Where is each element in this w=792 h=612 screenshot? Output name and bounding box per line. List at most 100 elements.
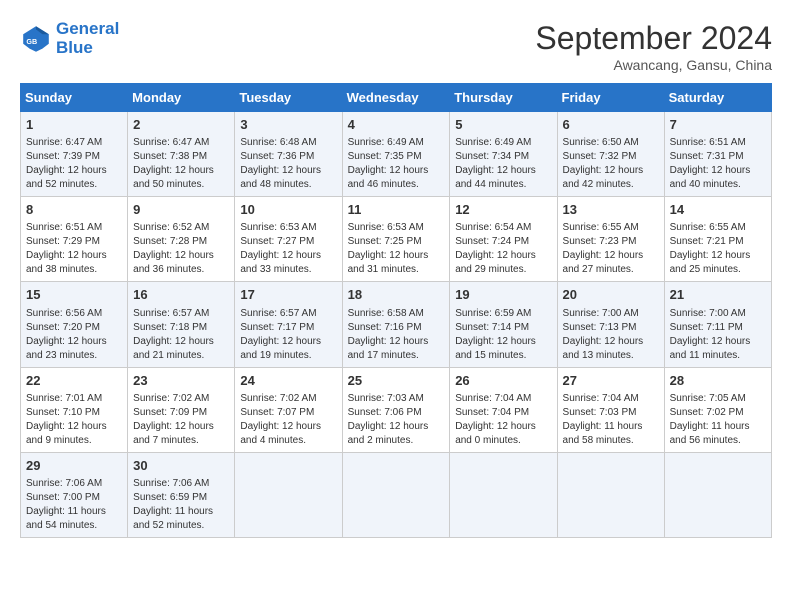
- day-info: Sunrise: 6:57 AM Sunset: 7:17 PM Dayligh…: [240, 307, 336, 363]
- calendar-cell: 20 Sunrise: 7:00 AM Sunset: 7:13 PM Dayli…: [557, 282, 664, 367]
- day-info: Sunrise: 6:47 AM Sunset: 7:38 PM Dayligh…: [133, 136, 229, 192]
- day-number: 19: [455, 286, 551, 304]
- day-info: Sunrise: 7:06 AM Sunset: 7:00 PM Dayligh…: [26, 477, 122, 533]
- day-info: Sunrise: 6:54 AM Sunset: 7:24 PM Dayligh…: [455, 221, 551, 277]
- day-number: 13: [563, 201, 659, 219]
- day-info: Sunrise: 6:51 AM Sunset: 7:29 PM Dayligh…: [26, 221, 122, 277]
- calendar-cell: [235, 452, 342, 537]
- day-info: Sunrise: 7:00 AM Sunset: 7:11 PM Dayligh…: [670, 307, 766, 363]
- day-number: 20: [563, 286, 659, 304]
- day-number: 16: [133, 286, 229, 304]
- calendar-cell: 26 Sunrise: 7:04 AM Sunset: 7:04 PM Dayli…: [450, 367, 557, 452]
- calendar-table: SundayMondayTuesdayWednesdayThursdayFrid…: [20, 83, 772, 538]
- calendar-row: 15 Sunrise: 6:56 AM Sunset: 7:20 PM Dayli…: [21, 282, 772, 367]
- day-number: 29: [26, 457, 122, 475]
- day-info: Sunrise: 7:00 AM Sunset: 7:13 PM Dayligh…: [563, 307, 659, 363]
- day-number: 26: [455, 372, 551, 390]
- day-number: 8: [26, 201, 122, 219]
- calendar-cell: 7 Sunrise: 6:51 AM Sunset: 7:31 PM Daylig…: [664, 112, 771, 197]
- day-number: 11: [348, 201, 445, 219]
- day-number: 23: [133, 372, 229, 390]
- calendar-cell: 14 Sunrise: 6:55 AM Sunset: 7:21 PM Dayli…: [664, 197, 771, 282]
- day-info: Sunrise: 6:52 AM Sunset: 7:28 PM Dayligh…: [133, 221, 229, 277]
- weekday-header: Monday: [128, 84, 235, 112]
- calendar-row: 29 Sunrise: 7:06 AM Sunset: 7:00 PM Dayli…: [21, 452, 772, 537]
- weekday-header: Sunday: [21, 84, 128, 112]
- logo-text: General Blue: [56, 20, 119, 57]
- day-number: 9: [133, 201, 229, 219]
- day-number: 30: [133, 457, 229, 475]
- month-title: September 2024: [535, 20, 772, 57]
- logo-icon: GB: [20, 23, 52, 55]
- day-info: Sunrise: 7:02 AM Sunset: 7:09 PM Dayligh…: [133, 392, 229, 448]
- day-number: 6: [563, 116, 659, 134]
- day-info: Sunrise: 6:55 AM Sunset: 7:23 PM Dayligh…: [563, 221, 659, 277]
- day-info: Sunrise: 6:53 AM Sunset: 7:27 PM Dayligh…: [240, 221, 336, 277]
- weekday-header: Thursday: [450, 84, 557, 112]
- calendar-cell: 10 Sunrise: 6:53 AM Sunset: 7:27 PM Dayli…: [235, 197, 342, 282]
- day-info: Sunrise: 6:55 AM Sunset: 7:21 PM Dayligh…: [670, 221, 766, 277]
- logo: GB General Blue: [20, 20, 119, 57]
- calendar-cell: 3Sunrise: 6:48 AM Sunset: 7:36 PM Daylig…: [235, 112, 342, 197]
- title-block: September 2024 Awancang, Gansu, China: [535, 20, 772, 73]
- calendar-cell: 2 Sunrise: 6:47 AM Sunset: 7:38 PM Daylig…: [128, 112, 235, 197]
- calendar-cell: 17 Sunrise: 6:57 AM Sunset: 7:17 PM Dayli…: [235, 282, 342, 367]
- calendar-cell: 1 Sunrise: 6:47 AM Sunset: 7:39 PM Daylig…: [21, 112, 128, 197]
- calendar-cell: 29 Sunrise: 7:06 AM Sunset: 7:00 PM Dayli…: [21, 452, 128, 537]
- day-number: 7: [670, 116, 766, 134]
- calendar-cell: [450, 452, 557, 537]
- day-info: Sunrise: 7:02 AM Sunset: 7:07 PM Dayligh…: [240, 392, 336, 448]
- calendar-cell: 13 Sunrise: 6:55 AM Sunset: 7:23 PM Dayli…: [557, 197, 664, 282]
- calendar-cell: 6 Sunrise: 6:50 AM Sunset: 7:32 PM Daylig…: [557, 112, 664, 197]
- day-number: 28: [670, 372, 766, 390]
- calendar-cell: 5 Sunrise: 6:49 AM Sunset: 7:34 PM Daylig…: [450, 112, 557, 197]
- day-number: 22: [26, 372, 122, 390]
- day-info: Sunrise: 6:49 AM Sunset: 7:34 PM Dayligh…: [455, 136, 551, 192]
- day-number: 2: [133, 116, 229, 134]
- day-info: Sunrise: 6:51 AM Sunset: 7:31 PM Dayligh…: [670, 136, 766, 192]
- calendar-cell: 19 Sunrise: 6:59 AM Sunset: 7:14 PM Dayli…: [450, 282, 557, 367]
- day-number: 15: [26, 286, 122, 304]
- calendar-header: SundayMondayTuesdayWednesdayThursdayFrid…: [21, 84, 772, 112]
- day-info: Sunrise: 6:57 AM Sunset: 7:18 PM Dayligh…: [133, 307, 229, 363]
- day-number: 4: [348, 116, 445, 134]
- day-number: 12: [455, 201, 551, 219]
- calendar-cell: 11 Sunrise: 6:53 AM Sunset: 7:25 PM Dayli…: [342, 197, 450, 282]
- calendar-cell: 30 Sunrise: 7:06 AM Sunset: 6:59 PM Dayli…: [128, 452, 235, 537]
- day-number: 5: [455, 116, 551, 134]
- day-number: 18: [348, 286, 445, 304]
- day-info: Sunrise: 6:50 AM Sunset: 7:32 PM Dayligh…: [563, 136, 659, 192]
- day-info: Sunrise: 7:03 AM Sunset: 7:06 PM Dayligh…: [348, 392, 445, 448]
- day-number: 25: [348, 372, 445, 390]
- day-number: 21: [670, 286, 766, 304]
- page-header: GB General Blue September 2024 Awancang,…: [20, 20, 772, 73]
- calendar-cell: 21 Sunrise: 7:00 AM Sunset: 7:11 PM Dayli…: [664, 282, 771, 367]
- day-info: Sunrise: 7:06 AM Sunset: 6:59 PM Dayligh…: [133, 477, 229, 533]
- calendar-cell: 8 Sunrise: 6:51 AM Sunset: 7:29 PM Daylig…: [21, 197, 128, 282]
- day-number: 14: [670, 201, 766, 219]
- calendar-row: 1 Sunrise: 6:47 AM Sunset: 7:39 PM Daylig…: [21, 112, 772, 197]
- day-number: 24: [240, 372, 336, 390]
- svg-text:GB: GB: [26, 36, 37, 45]
- day-number: 1: [26, 116, 122, 134]
- day-info: Sunrise: 6:56 AM Sunset: 7:20 PM Dayligh…: [26, 307, 122, 363]
- weekday-header: Wednesday: [342, 84, 450, 112]
- calendar-cell: 12 Sunrise: 6:54 AM Sunset: 7:24 PM Dayli…: [450, 197, 557, 282]
- day-info: Sunrise: 6:53 AM Sunset: 7:25 PM Dayligh…: [348, 221, 445, 277]
- calendar-cell: 15 Sunrise: 6:56 AM Sunset: 7:20 PM Dayli…: [21, 282, 128, 367]
- calendar-cell: 18 Sunrise: 6:58 AM Sunset: 7:16 PM Dayli…: [342, 282, 450, 367]
- calendar-cell: 27 Sunrise: 7:04 AM Sunset: 7:03 PM Dayli…: [557, 367, 664, 452]
- day-info: Sunrise: 6:58 AM Sunset: 7:16 PM Dayligh…: [348, 307, 445, 363]
- weekday-header: Tuesday: [235, 84, 342, 112]
- calendar-cell: 24 Sunrise: 7:02 AM Sunset: 7:07 PM Dayli…: [235, 367, 342, 452]
- day-info: Sunrise: 6:47 AM Sunset: 7:39 PM Dayligh…: [26, 136, 122, 192]
- day-number: 10: [240, 201, 336, 219]
- day-number: 17: [240, 286, 336, 304]
- day-info: Sunrise: 7:01 AM Sunset: 7:10 PM Dayligh…: [26, 392, 122, 448]
- day-info: Sunrise: 7:04 AM Sunset: 7:03 PM Dayligh…: [563, 392, 659, 448]
- day-number: 27: [563, 372, 659, 390]
- day-info: Sunrise: 7:04 AM Sunset: 7:04 PM Dayligh…: [455, 392, 551, 448]
- day-info: Sunrise: 6:59 AM Sunset: 7:14 PM Dayligh…: [455, 307, 551, 363]
- day-info: Sunrise: 6:48 AM Sunset: 7:36 PM Dayligh…: [240, 136, 336, 192]
- day-info: Sunrise: 7:05 AM Sunset: 7:02 PM Dayligh…: [670, 392, 766, 448]
